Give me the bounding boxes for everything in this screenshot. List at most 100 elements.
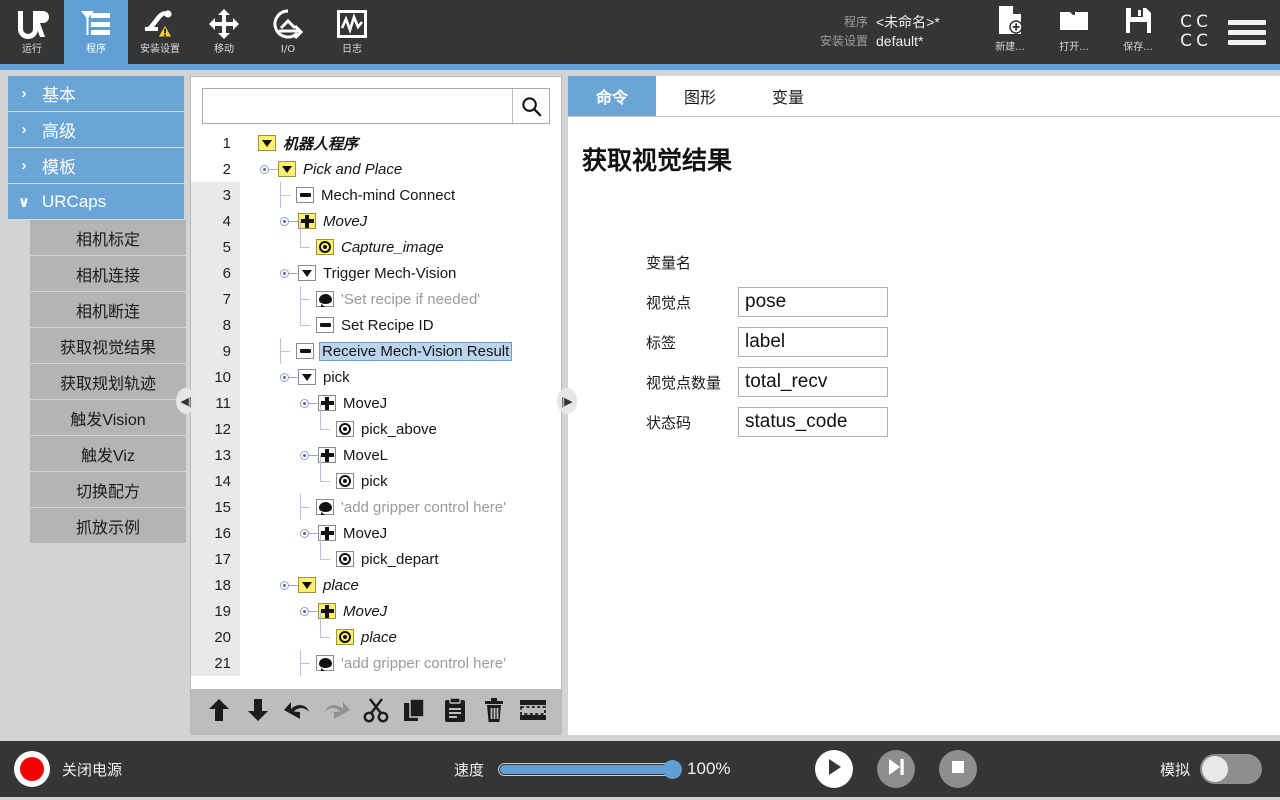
speed-slider[interactable]	[498, 759, 683, 779]
tree-panel-collapse-handle[interactable]: |▶	[557, 388, 577, 414]
header-tab-5[interactable]: I/O	[256, 0, 320, 64]
header-tab-2[interactable]: 程序	[64, 0, 128, 64]
tree-breakpoint-pin[interactable]	[280, 572, 298, 598]
suppress-button[interactable]	[516, 695, 550, 729]
tree-breakpoint-pin[interactable]	[280, 208, 298, 234]
tree-row[interactable]: 21 'add gripper control here'	[191, 650, 561, 676]
tree-row[interactable]: 1 机器人程序	[191, 130, 561, 156]
sidebar-category-3[interactable]: › 模板	[8, 148, 184, 184]
sidebar-item-3[interactable]: 相机断连	[30, 292, 186, 328]
simulation-toggle[interactable]	[1200, 754, 1262, 784]
search-icon[interactable]	[513, 95, 549, 118]
ur-logo-icon	[15, 5, 49, 43]
tree-row[interactable]: 2 Pick and Place	[191, 156, 561, 182]
detail-tab-2[interactable]: 图形	[656, 76, 744, 116]
tree-row[interactable]: 3 Mech-mind Connect	[191, 182, 561, 208]
tree-breakpoint-pin[interactable]	[280, 364, 298, 390]
tree-row[interactable]: 12 pick_above	[191, 403, 561, 442]
tree-row-number: 8	[191, 312, 240, 338]
search-input[interactable]	[203, 89, 512, 123]
header-tab-6[interactable]: 日志	[320, 0, 384, 64]
tree-row-label: MoveJ	[343, 524, 388, 542]
tree-breakpoint-pin[interactable]	[300, 598, 318, 624]
tree-row[interactable]: 4 MoveJ	[191, 208, 561, 234]
sidebar-item-2[interactable]: 相机连接	[30, 256, 186, 292]
undo-button[interactable]	[280, 695, 314, 729]
power-button[interactable]	[14, 751, 50, 787]
tree-row[interactable]: 5 Capture_image	[191, 221, 561, 260]
speed-slider-fill	[500, 764, 669, 774]
paste-button[interactable]	[438, 695, 472, 729]
tree-row[interactable]: 13 MoveL	[191, 442, 561, 468]
stop-button[interactable]	[938, 750, 977, 788]
header-tab-label: 安装设置	[140, 44, 180, 55]
sidebar-item-5[interactable]: 获取规划轨迹	[30, 364, 186, 400]
sidebar-category-4[interactable]: ∨ URCaps	[8, 184, 184, 220]
sidebar-category-1[interactable]: › 基本	[8, 76, 184, 112]
header-tab-label: I/O	[280, 44, 296, 55]
move-up-button[interactable]	[202, 695, 236, 729]
tree-row[interactable]: 15 'add gripper control here'	[191, 494, 561, 520]
tree-row-number: 13	[191, 442, 240, 468]
detail-tab-1[interactable]: 命令	[568, 76, 656, 116]
header-tab-3[interactable]: 安装设置	[128, 0, 192, 64]
cut-button[interactable]	[359, 695, 393, 729]
sidebar-item-6[interactable]: 触发Vision	[30, 400, 186, 436]
hamburger-menu-icon[interactable]	[1228, 19, 1266, 45]
variable-input-3[interactable]	[738, 367, 888, 397]
tree-row[interactable]: 17 pick_depart	[191, 533, 561, 572]
tree-breakpoint-pin[interactable]	[260, 156, 278, 182]
move-down-button[interactable]	[241, 695, 275, 729]
header-tab-4[interactable]: 移动	[192, 0, 256, 64]
tree-row[interactable]: 6 Trigger Mech-Vision	[191, 260, 561, 286]
variable-input-1[interactable]	[738, 287, 888, 317]
header-tab-1[interactable]: 运行	[0, 0, 64, 64]
detail-tab-3[interactable]: 变量	[744, 76, 832, 116]
program-tree: 1 机器人程序 2 Pick and Place 3 Mech-mind Connect 4…	[191, 130, 561, 676]
sidebar-collapse-handle[interactable]: ◀|	[176, 388, 196, 414]
tree-row[interactable]: 7 'Set recipe if needed'	[191, 286, 561, 312]
sidebar-category-2[interactable]: › 高级	[8, 112, 184, 148]
tree-row-number: 15	[191, 494, 240, 520]
sidebar-item-7[interactable]: 触发Viz	[30, 436, 186, 472]
tree-row[interactable]: 9 Receive Mech-Vision Result	[191, 338, 561, 364]
file-action-3[interactable]: 保存...	[1106, 3, 1170, 53]
sidebar-item-4[interactable]: 获取视觉结果	[30, 328, 186, 364]
tree-row[interactable]: 10 pick	[191, 364, 561, 390]
tree-toolbar	[191, 689, 561, 734]
tree-row[interactable]: 16 MoveJ	[191, 520, 561, 546]
sidebar-item-9[interactable]: 抓放示例	[30, 508, 186, 544]
program-tree-scroll[interactable]: 1 机器人程序 2 Pick and Place 3 Mech-mind Connect 4…	[191, 130, 561, 689]
tree-row[interactable]: 18 place	[191, 572, 561, 598]
tree-row[interactable]: 19 MoveJ	[191, 598, 561, 624]
command-dash-icon	[296, 343, 314, 359]
variable-input-2[interactable]	[738, 327, 888, 357]
tree-row-content: Trigger Mech-Vision	[240, 260, 561, 286]
speed-slider-knob[interactable]	[663, 759, 683, 779]
scissors-icon	[363, 697, 389, 728]
installation-name-value: default*	[876, 33, 924, 49]
tree-row[interactable]: 11 MoveJ	[191, 390, 561, 416]
copy-button[interactable]	[398, 695, 432, 729]
tree-row-content: pick	[240, 455, 561, 494]
tree-breakpoint-pin[interactable]	[300, 390, 318, 416]
file-action-2[interactable]: 打开...	[1042, 3, 1106, 53]
detail-panel: 命令图形变量 获取视觉结果 变量名 视觉点标签视觉点数量状态码 起始值 [0-2…	[568, 76, 1280, 735]
play-button[interactable]	[814, 750, 853, 788]
tree-breakpoint-pin[interactable]	[300, 520, 318, 546]
tree-row[interactable]: 14 pick	[191, 455, 561, 494]
delete-button[interactable]	[477, 695, 511, 729]
step-button[interactable]	[876, 750, 915, 788]
tree-breakpoint-pin[interactable]	[300, 442, 318, 468]
variable-input-4[interactable]	[738, 407, 888, 437]
tree-row-number: 5	[191, 234, 240, 260]
tree-row[interactable]: 20 place	[191, 611, 561, 650]
tree-breakpoint-pin[interactable]	[280, 260, 298, 286]
header-tab-label: 移动	[214, 44, 234, 55]
file-action-1[interactable]: 新建...	[978, 3, 1042, 53]
sidebar-item-8[interactable]: 切换配方	[30, 472, 186, 508]
power-control[interactable]: 关闭电源	[0, 751, 122, 787]
tree-row[interactable]: 8 Set Recipe ID	[191, 299, 561, 338]
tree-row-number: 11	[191, 390, 240, 416]
sidebar-item-1[interactable]: 相机标定	[30, 220, 186, 256]
